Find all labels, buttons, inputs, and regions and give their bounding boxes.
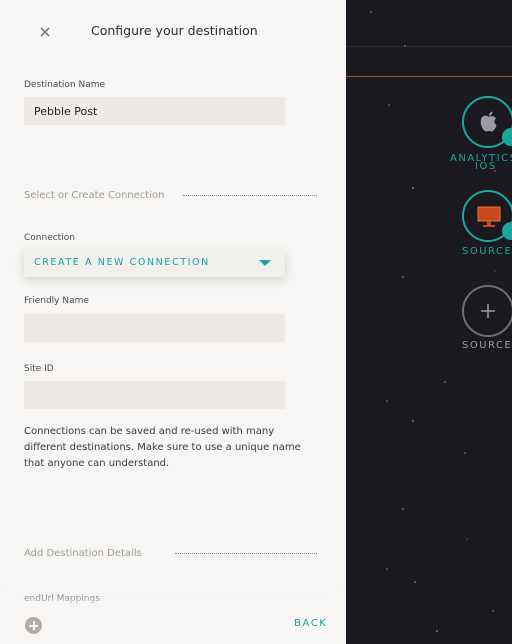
canvas-dot (492, 610, 494, 612)
panel-header: Configure your destination (0, 0, 346, 62)
canvas-dot (494, 270, 496, 272)
canvas-dot (444, 381, 446, 383)
canvas-dot (412, 187, 414, 189)
canvas-dot (402, 508, 404, 510)
canvas-dot (464, 452, 466, 454)
canvas-orange-line (346, 76, 512, 77)
site-id-label: Site ID (24, 364, 54, 374)
connection-label: Connection (24, 233, 75, 243)
caret-down-icon (259, 260, 271, 266)
section-title-connection: Select or Create Connection (24, 190, 165, 201)
add-source-node-label: SOURCE (462, 340, 512, 351)
panel-footer: BACK (0, 604, 346, 644)
destination-name-input[interactable] (24, 97, 285, 125)
friendly-name-label: Friendly Name (24, 296, 89, 306)
node-badge (502, 222, 512, 240)
destination-config-panel: Configure your destination Destination N… (0, 0, 346, 644)
site-id-input[interactable] (24, 381, 285, 409)
add-source-node[interactable] (462, 285, 512, 337)
section-divider (175, 553, 317, 554)
back-button[interactable]: BACK (294, 618, 327, 629)
canvas-dot (370, 11, 372, 13)
source-node-label: SOURCE (462, 246, 512, 257)
canvas-dot (466, 538, 468, 540)
ios-node-label: IOS (475, 161, 497, 172)
friendly-name-input[interactable] (24, 314, 285, 342)
section-divider (183, 195, 317, 196)
canvas-dot (404, 45, 406, 47)
add-icon[interactable] (25, 617, 42, 634)
canvas-guide-line (346, 46, 512, 47)
connection-help-text: Connections can be saved and re-used wit… (24, 426, 301, 469)
canvas-dot (436, 630, 438, 632)
canvas-dot (388, 104, 390, 106)
endurl-mappings-label: endUrl Mappings (24, 594, 100, 604)
connection-dropdown[interactable]: CREATE A NEW CONNECTION (24, 249, 285, 277)
close-icon[interactable] (38, 25, 52, 39)
connection-dropdown-value: CREATE A NEW CONNECTION (34, 257, 210, 268)
apple-icon (480, 111, 497, 132)
destination-name-label: Destination Name (24, 80, 106, 90)
node-badge (502, 128, 512, 146)
panel-title: Configure your destination (91, 23, 258, 38)
monitor-icon (477, 206, 501, 227)
section-title-details: Add Destination Details (24, 548, 142, 559)
canvas-dot (414, 581, 416, 583)
canvas-dot (386, 568, 388, 570)
plus-icon (481, 304, 495, 318)
canvas-dot (412, 420, 414, 422)
canvas-dot (386, 400, 388, 402)
workspace-canvas: ANALYTICS IOS SOURCE SOURCE (346, 0, 512, 644)
canvas-dot (402, 276, 404, 278)
